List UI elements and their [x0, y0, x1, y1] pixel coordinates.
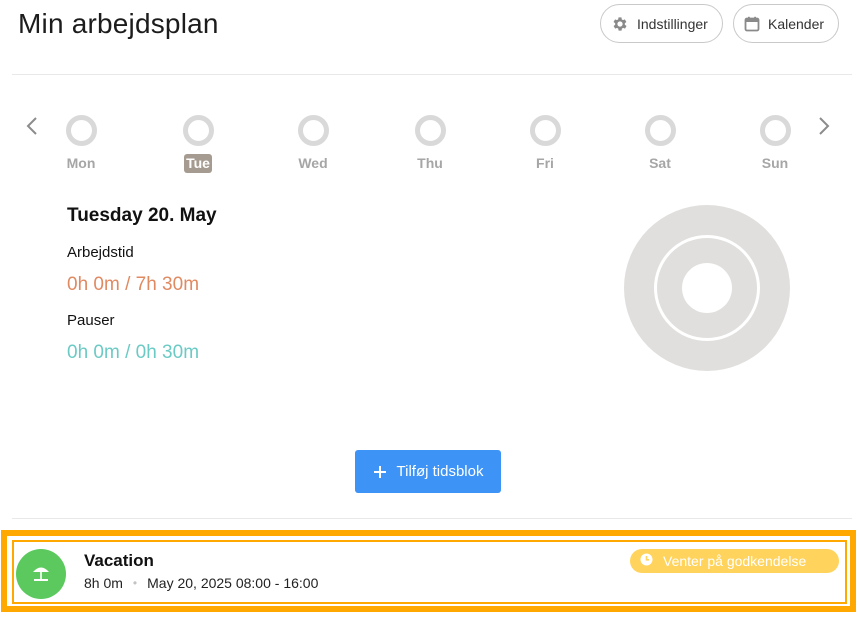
status-badge: Venter på godkendelse: [630, 549, 839, 573]
day-sun[interactable]: Sun: [745, 115, 805, 173]
day-progress-ring: [529, 115, 561, 146]
plus-icon: [373, 462, 387, 482]
day-label: Thu: [417, 155, 443, 171]
content-divider: [12, 518, 852, 519]
calendar-button[interactable]: Kalender: [733, 4, 839, 43]
day-fri[interactable]: Fri: [515, 115, 575, 173]
add-time-block-button[interactable]: Tilføj tidsblok: [355, 450, 501, 493]
calendar-icon: [744, 16, 760, 32]
header-divider: [12, 74, 852, 75]
next-week-button[interactable]: [814, 116, 834, 140]
day-mon[interactable]: Mon: [51, 115, 111, 173]
beach-umbrella-icon: [16, 549, 66, 599]
calendar-label: Kalender: [768, 15, 825, 32]
day-label: Fri: [536, 155, 554, 171]
add-time-block-label: Tilføj tidsblok: [396, 463, 484, 480]
entry-title: Vacation: [84, 551, 154, 570]
day-progress-ring: [644, 115, 676, 146]
settings-button[interactable]: Indstillinger: [600, 4, 723, 43]
day-sat[interactable]: Sat: [630, 115, 690, 173]
day-label: Sun: [761, 155, 789, 171]
day-label: Tue: [184, 154, 212, 173]
day-wed[interactable]: Wed: [283, 115, 343, 173]
selected-date-heading: Tuesday 20. May: [67, 205, 217, 226]
breaks-value: 0h 0m / 0h 30m: [67, 342, 200, 363]
page-title: Min arbejdsplan: [18, 8, 219, 39]
day-label: Wed: [298, 155, 328, 171]
entry-duration: 8h 0m: [84, 575, 123, 591]
chevron-left-icon: [26, 116, 38, 141]
day-progress-ring: [182, 115, 214, 146]
breaks-label: Pauser: [67, 312, 115, 329]
status-label: Venter på godkendelse: [663, 553, 807, 569]
meta-separator: •: [132, 576, 138, 590]
chevron-right-icon: [818, 116, 830, 141]
day-thu[interactable]: Thu: [400, 115, 460, 173]
entry-meta: 8h 0m • May 20, 2025 08:00 - 16:00: [84, 575, 318, 591]
day-progress-ring: [65, 115, 97, 146]
day-progress-ring: [297, 115, 329, 146]
day-label: Sat: [649, 155, 671, 171]
prev-week-button[interactable]: [22, 116, 42, 140]
work-time-value: 0h 0m / 7h 30m: [67, 274, 200, 295]
day-label: Mon: [66, 155, 96, 171]
day-progress-ring: [414, 115, 446, 146]
settings-label: Indstillinger: [637, 15, 708, 32]
clock-icon: [640, 553, 653, 569]
header: Min arbejdsplan Indstillinger Kalender: [0, 0, 858, 60]
day-tue[interactable]: Tue: [168, 115, 228, 173]
gear-icon: [611, 15, 629, 33]
day-time-donut: [624, 205, 790, 371]
work-time-label: Arbejdstid: [67, 244, 134, 261]
entry-time-range: May 20, 2025 08:00 - 16:00: [147, 575, 319, 591]
day-progress-ring: [759, 115, 791, 146]
